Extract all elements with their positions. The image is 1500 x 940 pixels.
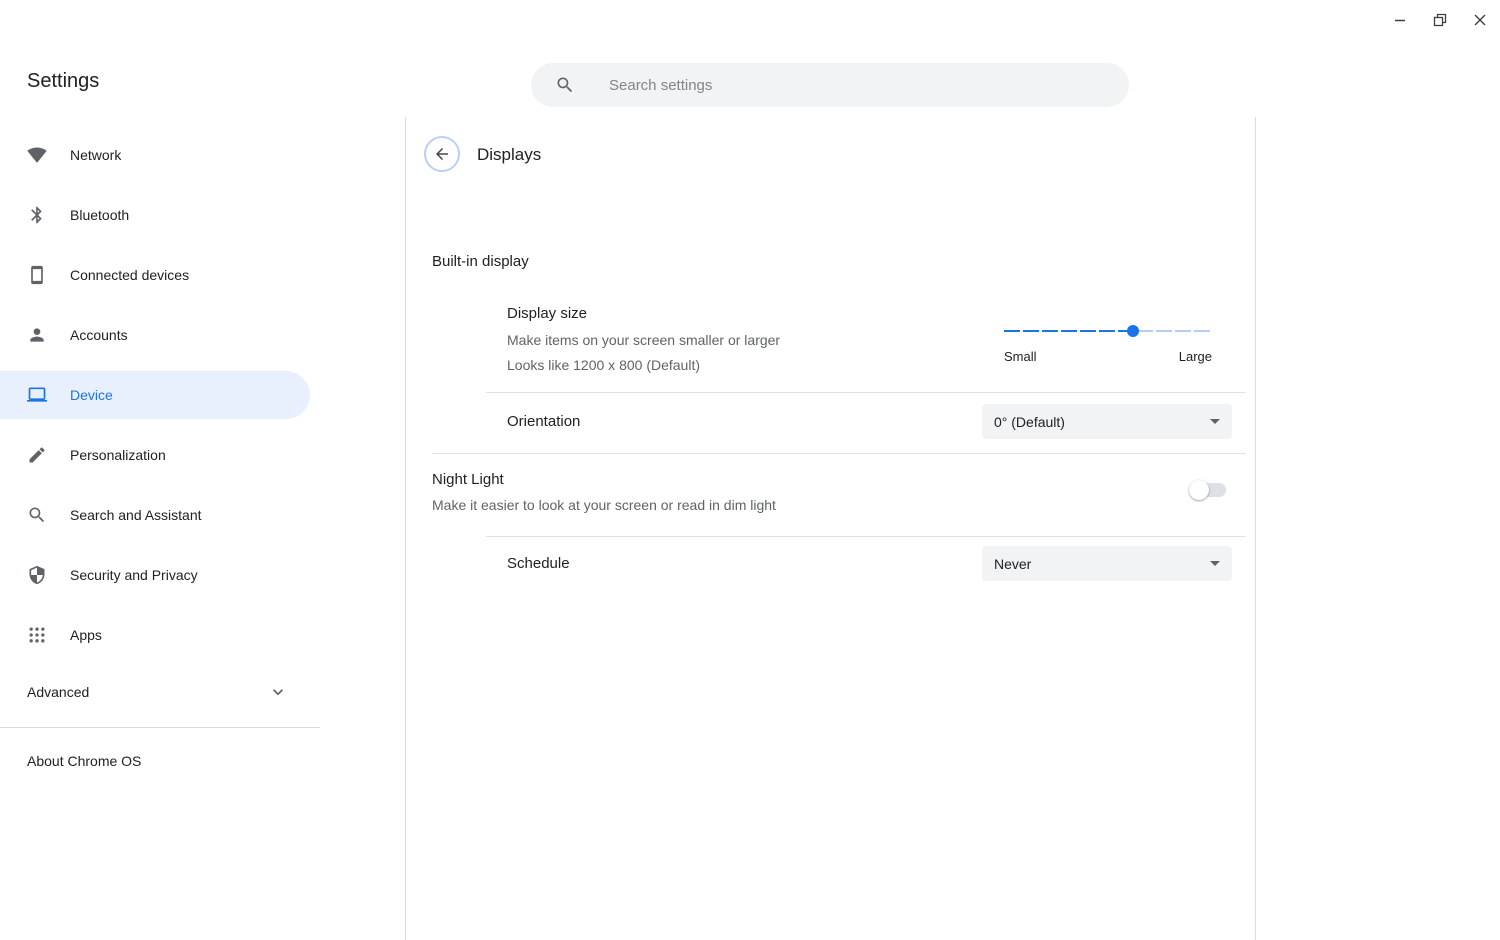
sidebar-item-bluetooth[interactable]: Bluetooth <box>0 191 310 239</box>
sidebar-item-apps[interactable]: Apps <box>0 611 310 659</box>
schedule-label: Schedule <box>507 555 570 573</box>
smartphone-icon <box>27 265 47 285</box>
window-controls <box>1386 6 1494 34</box>
night-light-toggle[interactable] <box>1192 483 1226 497</box>
close-button[interactable] <box>1466 6 1494 34</box>
toggle-thumb <box>1189 480 1209 500</box>
sidebar-item-label: Connected devices <box>70 267 189 283</box>
back-arrow-icon <box>433 145 451 163</box>
sidebar-item-label: Search and Assistant <box>70 507 202 523</box>
sidebar-advanced-toggle[interactable]: Advanced <box>0 668 310 716</box>
sidebar-item-label: Accounts <box>70 327 128 343</box>
schedule-value: Never <box>994 556 1031 572</box>
section-title: Built-in display <box>432 253 529 271</box>
orientation-dropdown[interactable]: 0° (Default) <box>982 404 1232 439</box>
dropdown-caret-icon <box>1210 561 1220 566</box>
sidebar-item-label: Personalization <box>70 447 166 463</box>
sidebar-item-label: Network <box>70 147 121 163</box>
sidebar-item-label: Device <box>70 387 113 403</box>
sidebar-item-label: Security and Privacy <box>70 567 198 583</box>
sidebar-item-personalization[interactable]: Personalization <box>0 431 310 479</box>
search-bar[interactable] <box>531 63 1129 107</box>
orientation-value: 0° (Default) <box>994 414 1065 430</box>
restore-button[interactable] <box>1426 6 1454 34</box>
slider-labels: Small Large <box>1004 349 1212 364</box>
bluetooth-icon <box>27 205 47 225</box>
sidebar-item-security-privacy[interactable]: Security and Privacy <box>0 551 310 599</box>
page-title: Displays <box>477 144 541 166</box>
wifi-icon <box>27 145 47 165</box>
sidebar-divider <box>0 727 320 728</box>
search-input[interactable] <box>609 77 1089 94</box>
night-light-label: Night Light <box>432 471 504 489</box>
display-size-slider[interactable] <box>1004 324 1212 338</box>
pen-icon <box>27 445 47 465</box>
display-size-slider-thumb[interactable] <box>1127 325 1139 337</box>
sidebar-item-accounts[interactable]: Accounts <box>0 311 310 359</box>
shield-icon <box>27 565 47 585</box>
search-icon <box>27 505 47 525</box>
divider <box>432 453 1246 454</box>
display-size-detail: Looks like 1200 x 800 (Default) <box>507 356 700 374</box>
apps-grid-icon <box>27 625 47 645</box>
slider-min-label: Small <box>1004 349 1037 364</box>
restore-icon <box>1433 13 1447 27</box>
about-label: About Chrome OS <box>27 753 141 769</box>
sidebar: Network Bluetooth Connected devices Acco… <box>0 131 320 671</box>
divider <box>486 392 1246 393</box>
divider <box>486 536 1246 537</box>
sidebar-item-network[interactable]: Network <box>0 131 310 179</box>
sidebar-item-search-assistant[interactable]: Search and Assistant <box>0 491 310 539</box>
sidebar-item-device[interactable]: Device <box>0 371 310 419</box>
sidebar-item-connected-devices[interactable]: Connected devices <box>0 251 310 299</box>
app-title: Settings <box>27 70 99 93</box>
night-light-description: Make it easier to look at your screen or… <box>432 496 776 514</box>
sidebar-item-label: Bluetooth <box>70 207 129 223</box>
settings-content: Displays Built-in display Display size M… <box>405 117 1256 940</box>
dropdown-caret-icon <box>1210 419 1220 424</box>
advanced-label: Advanced <box>27 684 89 700</box>
minimize-icon <box>1393 13 1407 27</box>
sidebar-item-label: Apps <box>70 627 102 643</box>
minimize-button[interactable] <box>1386 6 1414 34</box>
display-size-description: Make items on your screen smaller or lar… <box>507 331 780 349</box>
orientation-label: Orientation <box>507 413 580 431</box>
display-size-slider-fill <box>1004 330 1133 332</box>
close-icon <box>1473 13 1487 27</box>
chevron-down-icon <box>268 682 288 702</box>
display-size-label: Display size <box>507 305 587 323</box>
back-button[interactable] <box>424 136 460 172</box>
schedule-dropdown[interactable]: Never <box>982 546 1232 581</box>
laptop-icon <box>27 385 47 405</box>
search-icon <box>555 75 575 95</box>
slider-max-label: Large <box>1179 349 1212 364</box>
sidebar-item-about-chrome-os[interactable]: About Chrome OS <box>27 747 141 775</box>
person-icon <box>27 325 47 345</box>
